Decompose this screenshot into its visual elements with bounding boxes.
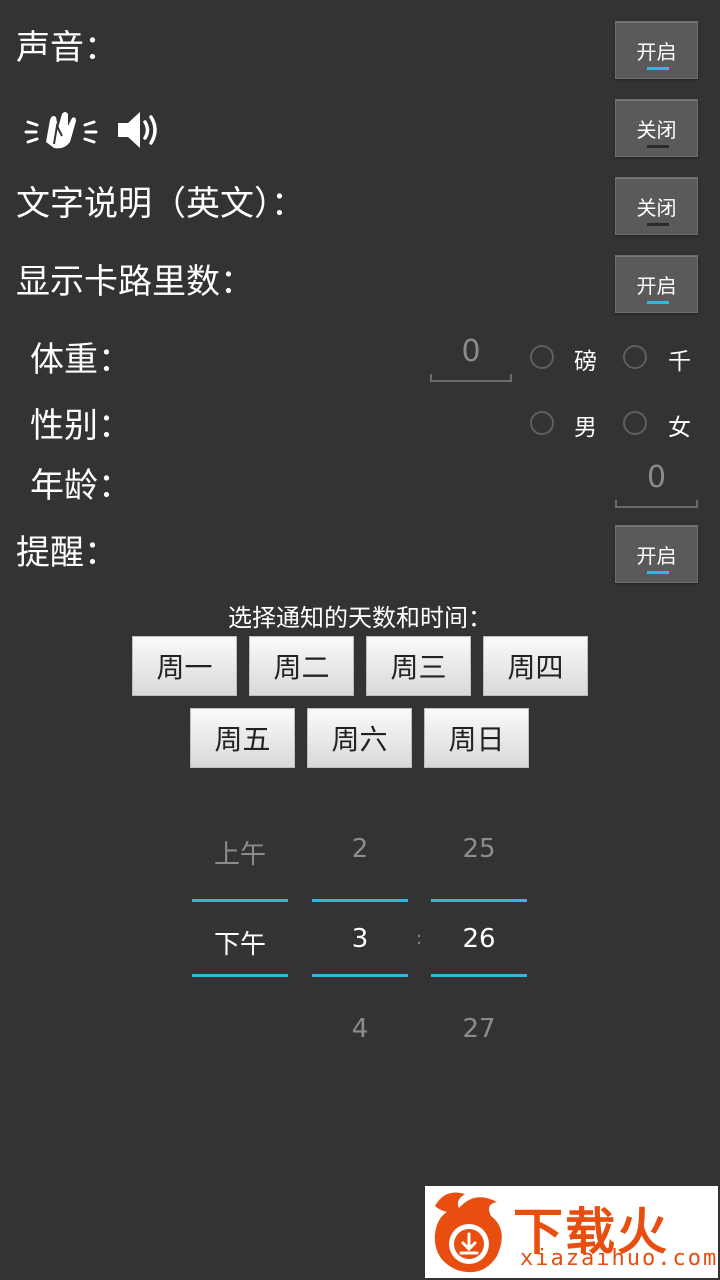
text-description-label: 文字说明（英文）： bbox=[16, 184, 305, 224]
text-description-toggle-button[interactable]: 关闭 bbox=[615, 177, 698, 235]
reminder-toggle-text: 开启 bbox=[636, 543, 677, 568]
watermark-url: xiazaihuo.com bbox=[520, 1246, 718, 1271]
minute-divider-top bbox=[431, 899, 527, 902]
minute-above[interactable]: 25 bbox=[431, 834, 527, 864]
clapping-hands-icon bbox=[24, 112, 98, 149]
hour-divider-top bbox=[312, 899, 408, 902]
unit-pound-radio[interactable] bbox=[530, 345, 554, 369]
minute-selected[interactable]: 26 bbox=[431, 924, 527, 954]
gender-female-radio[interactable] bbox=[623, 411, 647, 435]
weight-label: 体重： bbox=[30, 340, 132, 380]
gender-male-radio[interactable] bbox=[530, 411, 554, 435]
icon-toggle-button[interactable]: 关闭 bbox=[615, 99, 698, 157]
day-button-thu[interactable]: 周四 bbox=[483, 636, 588, 696]
toggle-indicator bbox=[647, 571, 669, 574]
sound-icons bbox=[24, 104, 166, 156]
day-button-tue[interactable]: 周二 bbox=[249, 636, 354, 696]
day-button-wed[interactable]: 周三 bbox=[366, 636, 471, 696]
speaker-icon bbox=[118, 112, 157, 148]
ampm-above[interactable]: 上午 bbox=[192, 834, 288, 871]
age-label: 年龄： bbox=[30, 466, 132, 506]
hour-above[interactable]: 2 bbox=[312, 834, 408, 864]
ampm-divider-top bbox=[192, 899, 288, 902]
time-separator: : bbox=[416, 928, 423, 949]
unit-pound-label: 磅 bbox=[574, 349, 597, 375]
hour-below[interactable]: 4 bbox=[312, 1014, 408, 1044]
hour-divider-bottom bbox=[312, 974, 408, 977]
age-input[interactable]: 0 bbox=[615, 460, 698, 508]
calories-label: 显示卡路里数： bbox=[16, 262, 254, 302]
icon-toggle-text: 关闭 bbox=[636, 117, 677, 142]
text-description-toggle-text: 关闭 bbox=[636, 195, 677, 220]
ampm-selected[interactable]: 下午 bbox=[192, 924, 288, 961]
reminder-label: 提醒： bbox=[16, 533, 118, 573]
minute-below[interactable]: 27 bbox=[431, 1014, 527, 1044]
watermark-logo: 下载火 xiazaihuo.com bbox=[425, 1186, 718, 1278]
day-button-mon[interactable]: 周一 bbox=[132, 636, 237, 696]
toggle-indicator bbox=[647, 301, 669, 304]
gender-female-label: 女 bbox=[668, 415, 691, 441]
calories-toggle-text: 开启 bbox=[636, 273, 677, 298]
day-button-fri[interactable]: 周五 bbox=[190, 708, 295, 768]
toggle-indicator bbox=[647, 145, 669, 148]
sound-label: 声音： bbox=[16, 28, 118, 68]
hour-selected[interactable]: 3 bbox=[312, 924, 408, 954]
day-button-sun[interactable]: 周日 bbox=[424, 708, 529, 768]
gender-male-label: 男 bbox=[574, 415, 597, 441]
minute-divider-bottom bbox=[431, 974, 527, 977]
sound-toggle-text: 开启 bbox=[636, 39, 677, 64]
weight-input[interactable]: 0 bbox=[430, 334, 512, 382]
calories-toggle-button[interactable]: 开启 bbox=[615, 255, 698, 313]
reminder-toggle-button[interactable]: 开启 bbox=[615, 525, 698, 583]
toggle-indicator bbox=[647, 67, 669, 70]
unit-kilo-label: 千 bbox=[668, 349, 691, 375]
reminder-caption: 选择通知的天数和时间： bbox=[228, 604, 492, 632]
toggle-indicator bbox=[647, 223, 669, 226]
ampm-divider-bottom bbox=[192, 974, 288, 977]
day-button-sat[interactable]: 周六 bbox=[307, 708, 412, 768]
unit-kilo-radio[interactable] bbox=[623, 345, 647, 369]
sound-toggle-button[interactable]: 开启 bbox=[615, 21, 698, 79]
gender-label: 性别： bbox=[30, 406, 132, 446]
flame-logo-icon bbox=[434, 1192, 502, 1273]
